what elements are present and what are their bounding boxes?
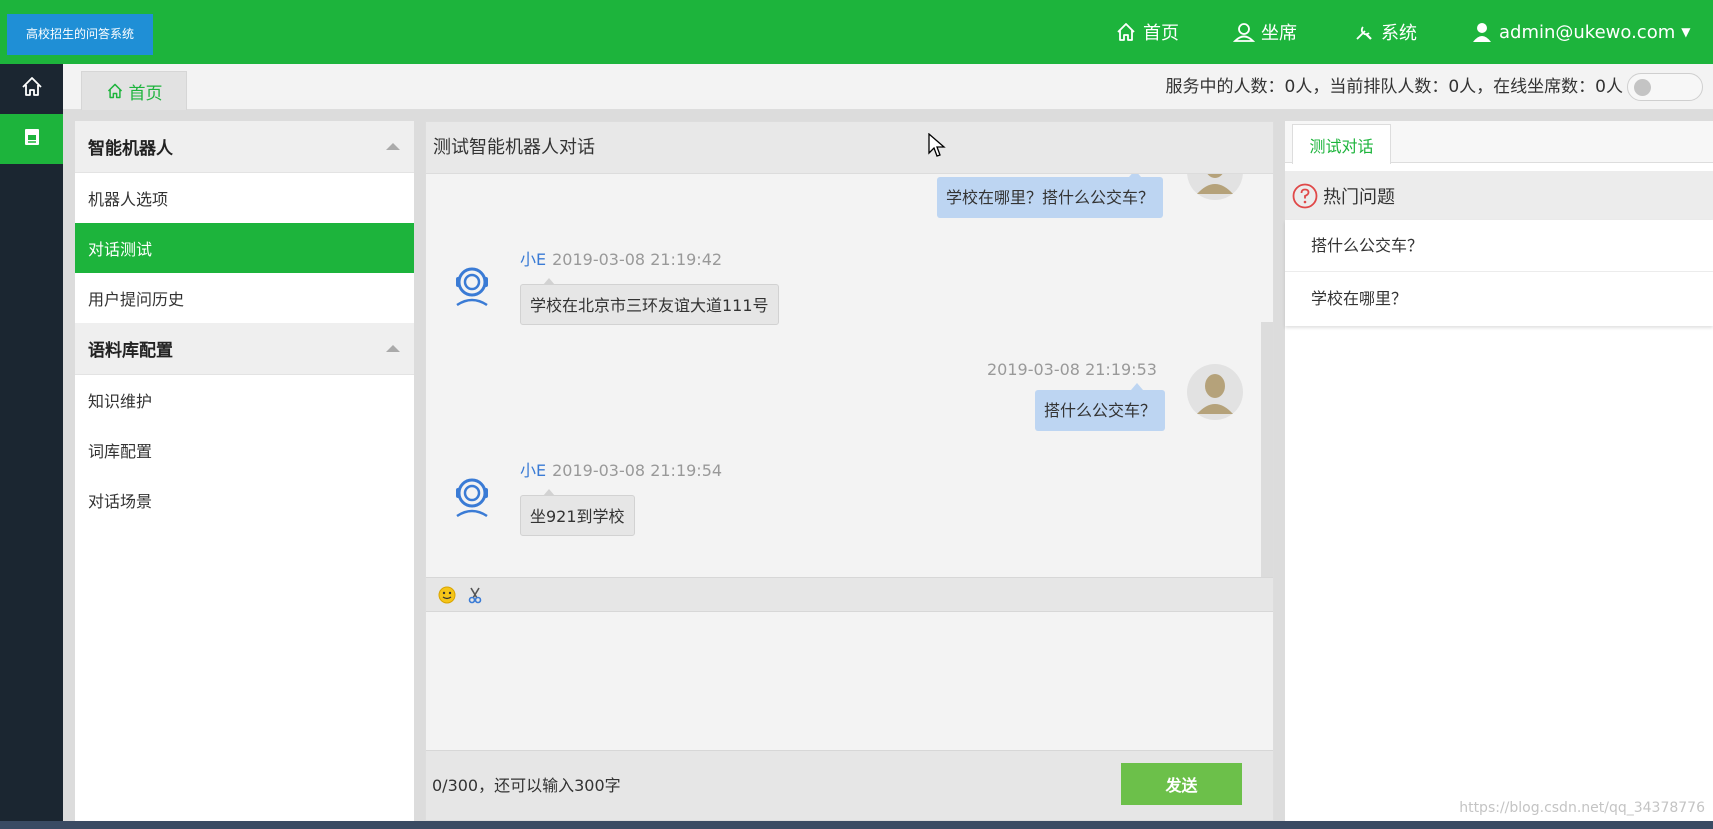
collapse-up-icon: [386, 143, 400, 150]
char-counter: 0/300，还可以输入300字: [432, 776, 621, 795]
tab-test-dialog[interactable]: 测试对话: [1292, 124, 1391, 164]
menu-item-robot-options[interactable]: 机器人选项: [75, 173, 414, 223]
menu-group-corpus-label: 语料库配置: [88, 341, 173, 361]
tools-icon: [1353, 21, 1375, 43]
side-menu: 智能机器人 机器人选项 对话测试 用户提问历史 语料库配置 知识维护 词库配置 …: [75, 121, 414, 821]
chat-panel: 测试智能机器人对话 学校在哪里？搭什么公交车？ 小E 2019-03-08 21:…: [425, 121, 1274, 821]
message-input[interactable]: [426, 612, 1273, 750]
scissors-icon[interactable]: [466, 586, 484, 604]
online-toggle[interactable]: [1627, 73, 1703, 101]
hot-questions-header: 热门问题: [1285, 171, 1713, 220]
question-icon: [1292, 183, 1318, 208]
user-message-bubble: 搭什么公交车？: [1035, 383, 1166, 431]
left-rail: [0, 64, 63, 829]
message-time: 2019-03-08 21:19:53: [987, 360, 1157, 379]
menu-item-scenes[interactable]: 对话场景: [75, 475, 414, 525]
right-panel: 测试对话 热门问题 搭什么公交车？ 学校在哪里？: [1285, 121, 1713, 821]
service-status: 服务中的人数：0人，当前排队人数：0人，在线坐席数：0人: [1165, 77, 1623, 97]
user-menu[interactable]: admin@ukewo.com ▼: [1471, 0, 1690, 64]
chat-scrollbar[interactable]: [1261, 174, 1273, 577]
bot-avatar: [445, 470, 501, 526]
collapse-up-icon: [386, 345, 400, 352]
bot-name: 小E: [520, 461, 547, 480]
chat-toolbar: [426, 577, 1273, 612]
user-icon: [1471, 21, 1493, 43]
user-message-bubble: 学校在哪里？搭什么公交车？: [937, 174, 1164, 218]
caret-down-icon: ▼: [1681, 25, 1691, 39]
menu-item-user-history[interactable]: 用户提问历史: [75, 273, 414, 323]
bot-message-bubble: 学校在北京市三环友谊大道111号: [520, 278, 779, 325]
toggle-knob: [1634, 79, 1651, 96]
bot-message-meta: 小E 2019-03-08 21:19:54: [520, 457, 722, 481]
bot-name: 小E: [520, 250, 547, 269]
document-icon: [21, 126, 43, 152]
home-icon: [20, 75, 44, 103]
nav-system[interactable]: 系统: [1353, 0, 1417, 64]
bot-message-bubble: 坐921到学校: [520, 489, 635, 536]
nav-agent[interactable]: 坐席: [1233, 0, 1297, 64]
user-avatar: [1187, 174, 1243, 200]
send-button[interactable]: 发送: [1121, 763, 1242, 805]
mouse-cursor-icon: [928, 132, 946, 163]
tab-home-label: 首页: [128, 83, 163, 104]
user-avatar: [1187, 364, 1243, 420]
nav-home-label: 首页: [1143, 23, 1179, 44]
tab-home[interactable]: 首页: [81, 71, 187, 110]
nav-agent-label: 坐席: [1261, 23, 1297, 44]
chat-footer: 0/300，还可以输入300字 发送: [426, 750, 1273, 820]
menu-item-lexicon[interactable]: 词库配置: [75, 425, 414, 475]
app-logo[interactable]: 高校招生的问答系统: [7, 14, 153, 55]
menu-group-robot[interactable]: 智能机器人: [75, 121, 414, 173]
emoji-icon[interactable]: [438, 586, 456, 604]
home-icon: [107, 83, 122, 99]
menu-item-dialog-test[interactable]: 对话测试: [75, 223, 414, 273]
chat-scroll-thumb[interactable]: [1261, 322, 1273, 577]
rail-home[interactable]: [0, 64, 63, 114]
taskbar: [0, 821, 1713, 829]
user-outline-icon: [1233, 21, 1255, 43]
nav-system-label: 系统: [1381, 23, 1417, 44]
menu-item-knowledge[interactable]: 知识维护: [75, 375, 414, 425]
user-message-meta: 2019-03-08 21:19:53: [987, 360, 1157, 379]
bot-message-meta: 小E 2019-03-08 21:19:42: [520, 246, 722, 270]
nav-home[interactable]: 首页: [1115, 0, 1179, 64]
top-bar: 高校招生的问答系统 首页 坐席 系统 admin@ukewo.com ▼: [0, 0, 1713, 64]
right-tab-bar: 测试对话: [1285, 121, 1713, 164]
message-time: 2019-03-08 21:19:42: [552, 250, 723, 269]
tab-strip: 首页 服务中的人数：0人，当前排队人数：0人，在线坐席数：0人: [63, 64, 1713, 110]
rail-robot[interactable]: [0, 114, 63, 164]
hot-questions-title: 热门问题: [1323, 186, 1395, 208]
hot-question-item[interactable]: 搭什么公交车？: [1285, 220, 1713, 272]
hot-question-item[interactable]: 学校在哪里？: [1285, 273, 1713, 325]
bot-avatar: [445, 259, 501, 315]
chat-title: 测试智能机器人对话: [426, 122, 1273, 174]
user-name: admin@ukewo.com: [1499, 21, 1676, 43]
watermark: https://blog.csdn.net/qq_34378776: [1459, 800, 1705, 816]
home-icon: [1115, 21, 1137, 43]
message-time: 2019-03-08 21:19:54: [552, 461, 723, 480]
chat-messages[interactable]: 学校在哪里？搭什么公交车？ 小E 2019-03-08 21:19:42 学校在北…: [426, 174, 1273, 577]
menu-group-corpus[interactable]: 语料库配置: [75, 323, 414, 375]
menu-group-robot-label: 智能机器人: [88, 139, 173, 159]
